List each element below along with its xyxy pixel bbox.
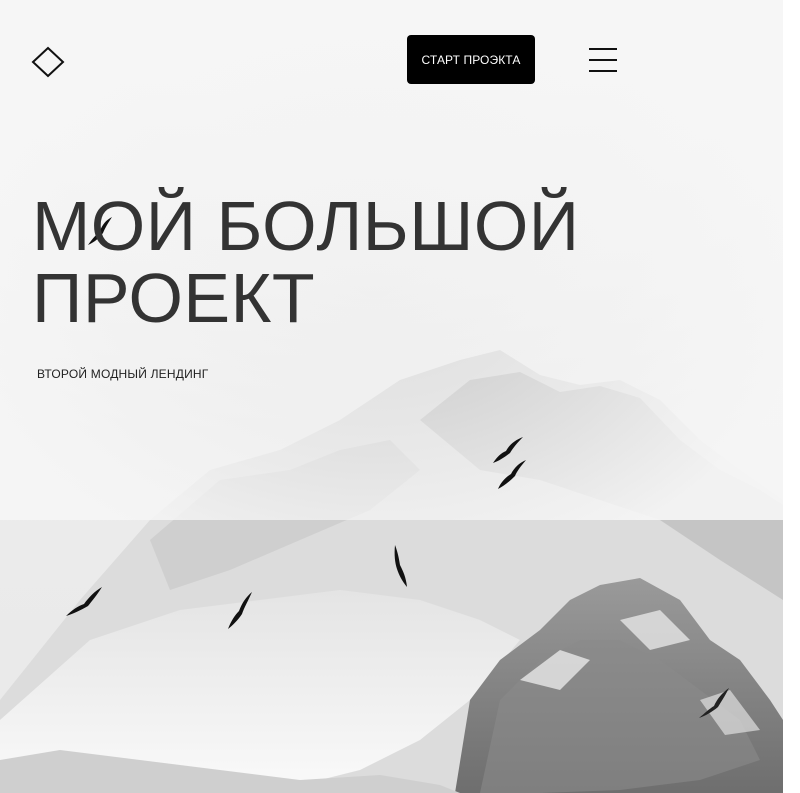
bird-icon bbox=[228, 592, 252, 629]
start-project-button[interactable]: СТАРТ ПРОЭКТА bbox=[407, 35, 535, 84]
hero-title-line2: ПРОЕКТ bbox=[32, 259, 316, 337]
menu-line bbox=[589, 70, 617, 72]
hamburger-menu-icon[interactable] bbox=[586, 45, 620, 75]
bird-icon bbox=[498, 460, 526, 489]
bird-icon bbox=[66, 587, 102, 616]
hero-title-line1: МОЙ БОЛЬШОЙ bbox=[32, 187, 580, 265]
right-edge-strip bbox=[783, 0, 800, 793]
mountain-background-image bbox=[0, 350, 783, 793]
hero-subtitle: ВТОРОЙ МОДНЫЙ ЛЕНДИНГ bbox=[37, 367, 209, 381]
hero-section: СТАРТ ПРОЭКТА МОЙ БОЛЬШОЙ ПРОЕКТ ВТОРОЙ … bbox=[0, 0, 783, 793]
landing-page: СТАРТ ПРОЭКТА МОЙ БОЛЬШОЙ ПРОЕКТ ВТОРОЙ … bbox=[0, 0, 800, 793]
bird-icon bbox=[699, 688, 729, 718]
menu-line bbox=[589, 59, 617, 61]
menu-line bbox=[589, 48, 617, 50]
diamond-outline-icon[interactable] bbox=[31, 46, 65, 78]
bird-icon bbox=[394, 545, 407, 587]
hero-title: МОЙ БОЛЬШОЙ ПРОЕКТ bbox=[32, 190, 652, 334]
